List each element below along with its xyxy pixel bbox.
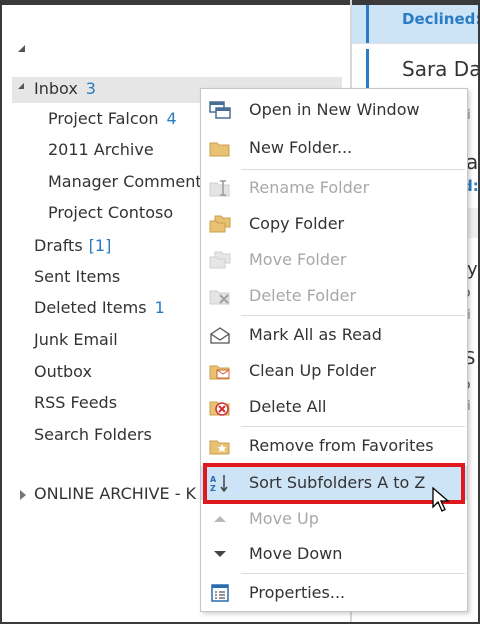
new-folder-icon: [209, 139, 231, 157]
collapse-favorites-icon[interactable]: [18, 45, 25, 52]
message-sender[interactable]: Sara Da: [402, 57, 478, 81]
folder-label: Deleted Items: [34, 298, 147, 317]
menu-separator: [241, 315, 465, 316]
delete-folder-icon: [209, 287, 231, 305]
folder-manager-comment[interactable]: Manager Comment: [48, 172, 202, 192]
menu-item-mark-all-read[interactable]: Mark All as Read: [201, 318, 467, 352]
folder-rss-feeds[interactable]: RSS Feeds: [34, 393, 117, 413]
open-window-icon: [209, 101, 231, 119]
menu-item-new-folder[interactable]: New Folder...: [201, 131, 467, 165]
folder-label: Drafts: [34, 236, 83, 255]
menu-item-label: New Folder...: [249, 138, 353, 157]
folder-label: Sent Items: [34, 267, 121, 286]
move-up-icon: [209, 510, 231, 528]
menu-item-remove-from-favorites[interactable]: Remove from Favorites: [201, 429, 467, 463]
folder-label: Outbox: [34, 362, 92, 381]
menu-separator: [241, 573, 465, 574]
message-divider: [352, 43, 478, 44]
folder-inbox[interactable]: Inbox 3: [34, 79, 96, 99]
menu-item-label: Copy Folder: [249, 214, 345, 233]
menu-item-label: Properties...: [249, 583, 346, 602]
folder-project-contoso[interactable]: Project Contoso: [48, 203, 173, 223]
mouse-pointer-icon: [432, 486, 450, 517]
clean-up-icon: [209, 362, 231, 380]
folder-label: Inbox: [34, 79, 78, 98]
unread-count: 4: [166, 109, 177, 128]
folder-label: Project Contoso: [48, 203, 174, 222]
menu-item-label: Move Folder: [249, 250, 347, 269]
folder-junk-email[interactable]: Junk Email: [34, 330, 118, 350]
mark-read-icon: [209, 326, 231, 344]
favorites-star-icon: [209, 437, 231, 455]
menu-item-label: Delete Folder: [249, 286, 357, 305]
folder-label: Search Folders: [34, 425, 152, 444]
menu-item-move-up: Move Up: [201, 502, 467, 536]
unread-count: 3: [85, 79, 96, 98]
folder-context-menu: Open in New Window New Folder... Rename …: [200, 88, 468, 612]
menu-item-clean-up-folder[interactable]: Clean Up Folder: [201, 354, 467, 388]
folder-label: Project Falcon: [48, 109, 159, 128]
properties-icon: [209, 584, 231, 602]
folder-label: Manager Comment: [48, 172, 202, 191]
menu-item-label: Rename Folder: [249, 178, 370, 197]
expand-inbox-icon[interactable]: [18, 83, 24, 89]
move-folder-icon: [209, 251, 231, 269]
rename-folder-icon: [209, 179, 231, 197]
folder-2011-archive[interactable]: 2011 Archive: [48, 140, 154, 160]
folder-deleted-items[interactable]: Deleted Items 1: [34, 298, 165, 318]
menu-item-label: Move Up: [249, 509, 319, 528]
menu-item-rename-folder: Rename Folder: [201, 171, 467, 205]
folder-outbox[interactable]: Outbox: [34, 362, 92, 382]
folder-label: RSS Feeds: [34, 393, 118, 412]
menu-item-delete-folder: Delete Folder: [201, 279, 467, 313]
folder-project-falcon[interactable]: Project Falcon 4: [48, 109, 177, 129]
menu-separator: [241, 426, 465, 427]
menu-item-label: Open in New Window: [249, 100, 420, 119]
message-status: Declined:: [402, 10, 478, 28]
unread-indicator: [366, 5, 369, 43]
folder-drafts[interactable]: Drafts [1]: [34, 236, 111, 256]
expand-archive-icon[interactable]: [20, 490, 26, 500]
menu-item-delete-all[interactable]: Delete All: [201, 390, 467, 424]
menu-item-label: Mark All as Read: [249, 325, 382, 344]
menu-separator: [241, 169, 465, 170]
menu-item-label: Remove from Favorites: [249, 436, 434, 455]
menu-item-label: Clean Up Folder: [249, 361, 376, 380]
folder-label: ONLINE ARCHIVE - K: [34, 484, 197, 503]
menu-item-label: Delete All: [249, 397, 327, 416]
highlight-callout-box: [203, 463, 465, 504]
menu-item-properties[interactable]: Properties...: [201, 576, 467, 610]
folder-online-archive[interactable]: ONLINE ARCHIVE - K: [34, 484, 196, 504]
folder-sent-items[interactable]: Sent Items: [34, 267, 120, 287]
move-down-icon: [209, 545, 231, 563]
folder-label: 2011 Archive: [48, 140, 154, 159]
menu-item-copy-folder[interactable]: Copy Folder: [201, 207, 467, 241]
unread-count: 1: [154, 298, 165, 317]
menu-item-open-new-window[interactable]: Open in New Window: [201, 93, 467, 127]
unread-count: [1]: [88, 236, 112, 255]
menu-item-move-down[interactable]: Move Down: [201, 537, 467, 571]
folder-label: Junk Email: [34, 330, 118, 349]
menu-item-label: Move Down: [249, 544, 343, 563]
delete-all-icon: [209, 398, 231, 416]
folder-search-folders[interactable]: Search Folders: [34, 425, 152, 445]
menu-item-move-folder: Move Folder: [201, 243, 467, 277]
copy-folder-icon: [209, 215, 231, 233]
